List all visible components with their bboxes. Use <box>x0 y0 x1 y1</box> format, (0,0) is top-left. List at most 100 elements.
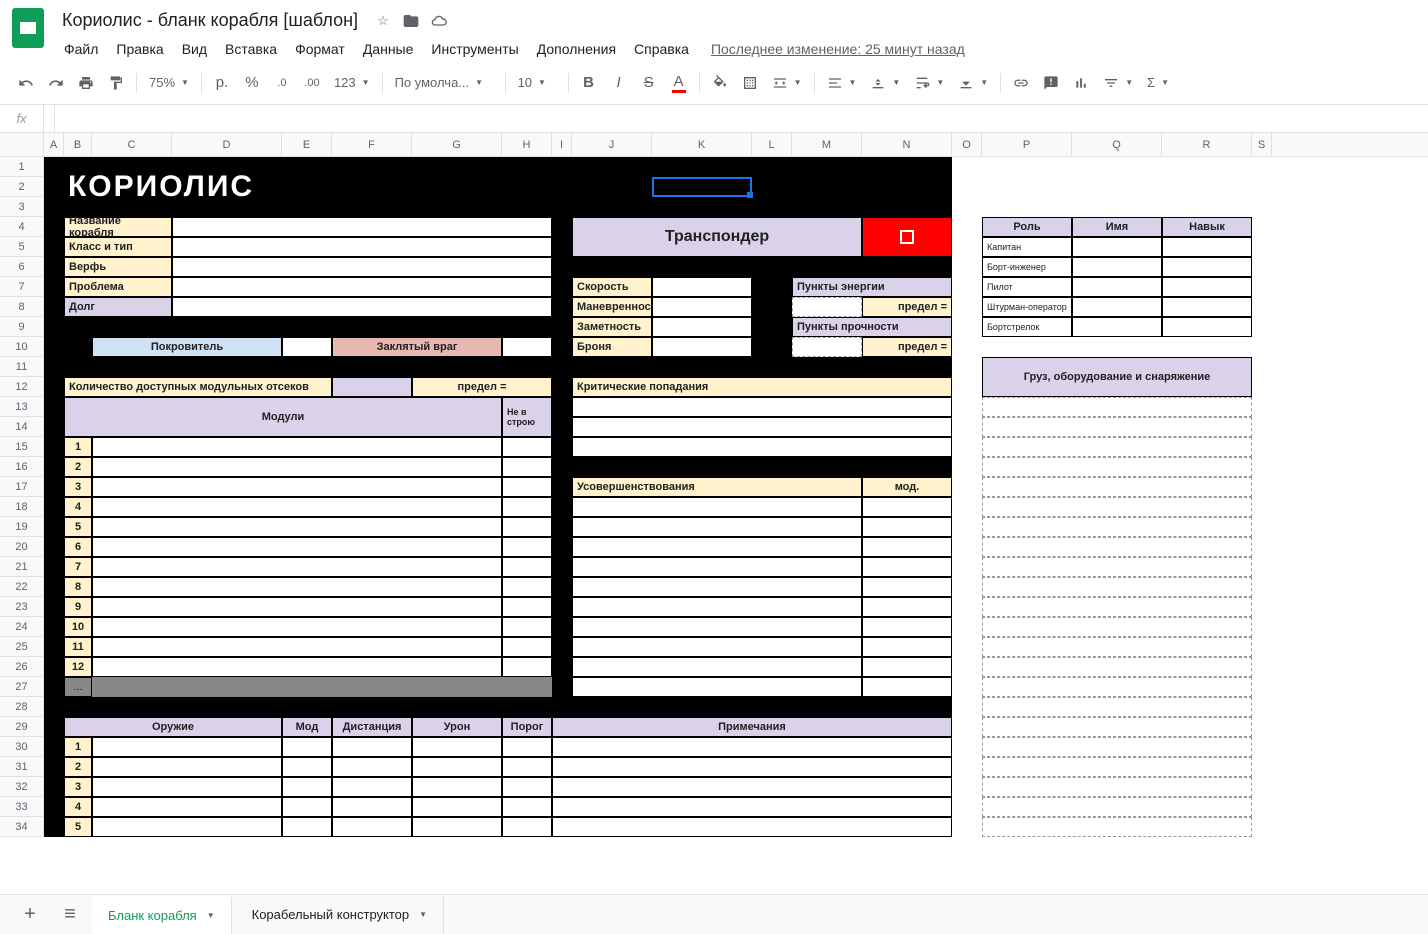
cargo-row-12[interactable] <box>982 397 1252 417</box>
paint-format-button[interactable] <box>102 69 130 97</box>
menu-format[interactable]: Формат <box>287 37 353 61</box>
impr-name-22[interactable] <box>572 597 862 617</box>
cargo-row-13[interactable] <box>982 417 1252 437</box>
logo-text[interactable]: КОРИОЛИС <box>64 157 552 217</box>
cargo-row-26[interactable] <box>982 677 1252 697</box>
row-header-10[interactable]: 10 <box>0 337 43 357</box>
weapon-thr-3[interactable] <box>502 777 552 797</box>
strikethrough-button[interactable]: S <box>635 69 663 97</box>
cargo-row-22[interactable] <box>982 597 1252 617</box>
currency-button[interactable]: р. <box>208 69 236 97</box>
col-header-N[interactable]: N <box>862 133 952 156</box>
module-num-4[interactable]: 4 <box>64 497 92 517</box>
label-shipyard[interactable]: Верфь <box>64 257 172 277</box>
weapon-dmg-4[interactable] <box>412 797 502 817</box>
col-header-K[interactable]: K <box>652 133 752 156</box>
impr-mod-17[interactable] <box>862 497 952 517</box>
cargo-row-18[interactable] <box>982 517 1252 537</box>
rotate-button[interactable]: ▼ <box>952 69 994 97</box>
font-size-select[interactable]: 10▼ <box>512 69 562 97</box>
module-name-5[interactable] <box>92 517 502 537</box>
last-edit-link[interactable]: Последнее изменение: 25 минут назад <box>711 41 965 57</box>
row-header-9[interactable]: 9 <box>0 317 43 337</box>
weapon-dmg-5[interactable] <box>412 817 502 837</box>
add-sheet-button[interactable]: + <box>12 897 48 933</box>
weapon-dist-1[interactable] <box>332 737 412 757</box>
sheets-logo[interactable] <box>8 8 48 48</box>
menu-insert[interactable]: Вставка <box>217 37 285 61</box>
crew-skill-3[interactable] <box>1162 297 1252 317</box>
bold-button[interactable]: B <box>575 69 603 97</box>
cargo-row-28[interactable] <box>982 717 1252 737</box>
row-header-27[interactable]: 27 <box>0 677 43 697</box>
crew-role-1[interactable]: Борт-инженер <box>982 257 1072 277</box>
crit-row-14[interactable] <box>572 437 952 457</box>
all-sheets-button[interactable]: ≡ <box>52 897 88 933</box>
col-header-C[interactable]: C <box>92 133 172 156</box>
col-header-F[interactable]: F <box>332 133 412 156</box>
crew-role-2[interactable]: Пилот <box>982 277 1072 297</box>
functions-button[interactable]: Σ▼ <box>1141 69 1175 97</box>
impr-name-26[interactable] <box>572 677 862 697</box>
impr-mod-21[interactable] <box>862 577 952 597</box>
row-header-15[interactable]: 15 <box>0 437 43 457</box>
text-color-button[interactable]: A <box>665 69 693 97</box>
modules-header[interactable]: Модули <box>64 397 502 437</box>
weapon-mod-2[interactable] <box>282 757 332 777</box>
col-header-D[interactable]: D <box>172 133 282 156</box>
label-hull[interactable]: Пункты прочности <box>792 317 952 337</box>
module-name-12[interactable] <box>92 657 502 677</box>
input-modules-avail[interactable] <box>332 377 412 397</box>
label-modules-limit[interactable]: предел = <box>412 377 552 397</box>
menu-data[interactable]: Данные <box>355 37 422 61</box>
module-oos-10[interactable] <box>502 617 552 637</box>
module-name-2[interactable] <box>92 457 502 477</box>
input-hull[interactable] <box>792 337 862 357</box>
weapon-dist-5[interactable] <box>332 817 412 837</box>
label-armor[interactable]: Броня <box>572 337 652 357</box>
weapon-name-3[interactable] <box>92 777 282 797</box>
cargo-row-14[interactable] <box>982 437 1252 457</box>
weapon-num-5[interactable]: 5 <box>64 817 92 837</box>
decrease-decimal-button[interactable]: .0 <box>268 69 296 97</box>
module-num-3[interactable]: 3 <box>64 477 92 497</box>
weapon-mod-3[interactable] <box>282 777 332 797</box>
label-problem[interactable]: Проблема <box>64 277 172 297</box>
move-icon[interactable] <box>402 12 420 30</box>
crew-role-header[interactable]: Роль <box>982 217 1072 237</box>
row-header-26[interactable]: 26 <box>0 657 43 677</box>
cargo-row-32[interactable] <box>982 797 1252 817</box>
row-header-2[interactable]: 2 <box>0 177 43 197</box>
module-oos-9[interactable] <box>502 597 552 617</box>
crit-row-13[interactable] <box>572 417 952 437</box>
menu-addons[interactable]: Дополнения <box>529 37 624 61</box>
row-header-24[interactable]: 24 <box>0 617 43 637</box>
cargo-row-20[interactable] <box>982 557 1252 577</box>
cargo-row-30[interactable] <box>982 757 1252 777</box>
filter-button[interactable]: ▼ <box>1097 69 1139 97</box>
col-header-M[interactable]: M <box>792 133 862 156</box>
col-header-O[interactable]: O <box>952 133 982 156</box>
zoom-select[interactable]: 75%▼ <box>143 69 195 97</box>
weapon-h-notes[interactable]: Примечания <box>552 717 952 737</box>
cargo-row-27[interactable] <box>982 697 1252 717</box>
label-patron[interactable]: Покровитель <box>92 337 282 357</box>
input-maneuver[interactable] <box>652 297 752 317</box>
impr-name-19[interactable] <box>572 537 862 557</box>
crew-role-3[interactable]: Штурман-оператор <box>982 297 1072 317</box>
weapon-num-4[interactable]: 4 <box>64 797 92 817</box>
input-patron[interactable] <box>282 337 332 357</box>
row-header-34[interactable]: 34 <box>0 817 43 837</box>
menu-tools[interactable]: Инструменты <box>423 37 526 61</box>
row-header-13[interactable]: 13 <box>0 397 43 417</box>
row-header-3[interactable]: 3 <box>0 197 43 217</box>
module-num-10[interactable]: 10 <box>64 617 92 637</box>
row-header-17[interactable]: 17 <box>0 477 43 497</box>
italic-button[interactable]: I <box>605 69 633 97</box>
crit-hits-header[interactable]: Критические попадания <box>572 377 952 397</box>
input-ship_name[interactable] <box>172 217 552 237</box>
improvements-header[interactable]: Усовершенствования <box>572 477 862 497</box>
cargo-row-16[interactable] <box>982 477 1252 497</box>
row-header-29[interactable]: 29 <box>0 717 43 737</box>
row-header-14[interactable]: 14 <box>0 417 43 437</box>
